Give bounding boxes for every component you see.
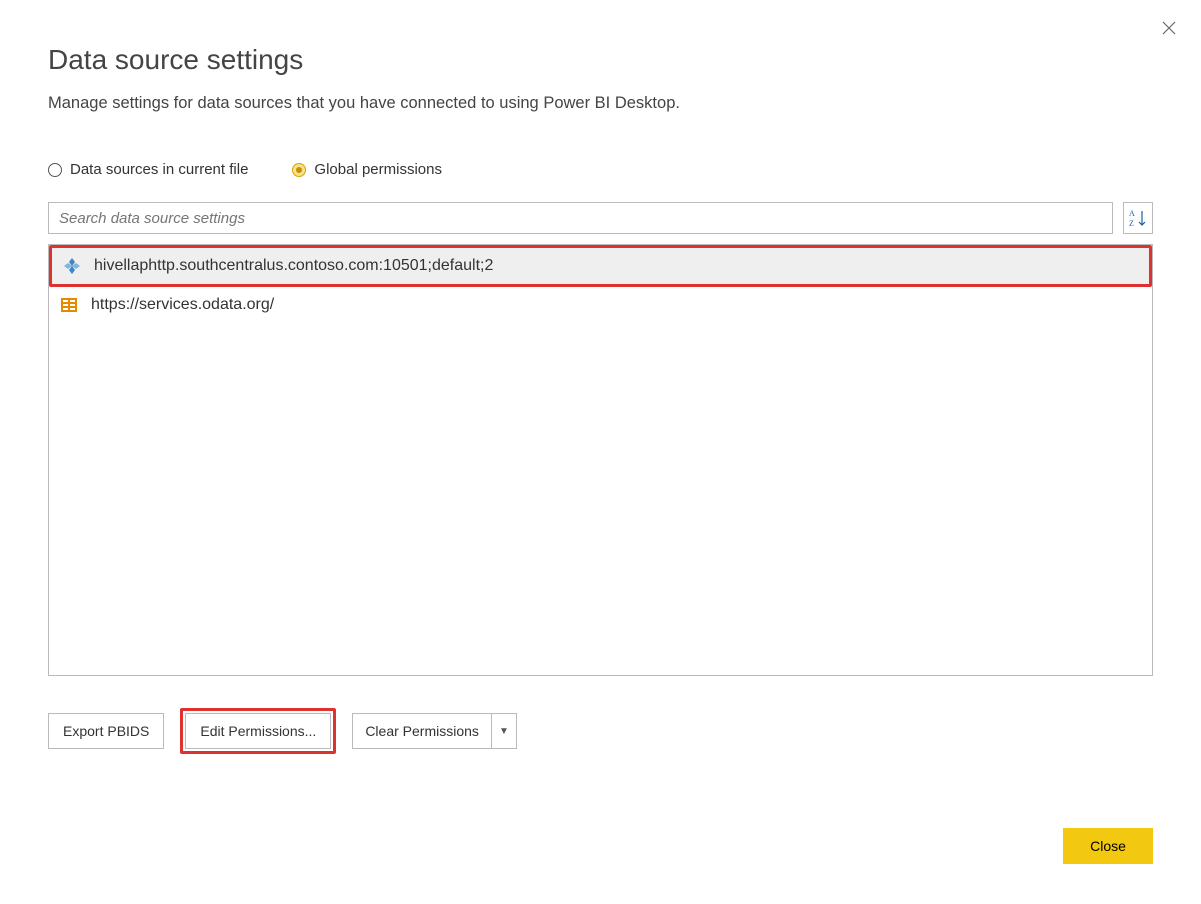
list-item[interactable]: https://services.odata.org/ [49,287,1152,323]
list-item[interactable]: hivellaphttp.southcentralus.contoso.com:… [49,245,1152,287]
data-source-list[interactable]: hivellaphttp.southcentralus.contoso.com:… [48,244,1153,676]
radio-label: Global permissions [314,161,442,178]
page-title: Data source settings [48,44,1153,76]
search-row: A Z [48,202,1153,234]
page-subtitle: Manage settings for data sources that yo… [48,94,1153,113]
sort-button[interactable]: A Z [1123,202,1153,234]
list-item-label: hivellaphttp.southcentralus.contoso.com:… [94,257,493,275]
radio-label: Data sources in current file [70,161,248,178]
export-pbids-button[interactable]: Export PBIDS [48,713,164,749]
search-input[interactable] [48,202,1113,234]
radio-icon [292,163,306,177]
close-icon[interactable] [1161,20,1177,36]
sort-az-icon: A Z [1129,208,1147,228]
list-item-label: https://services.odata.org/ [91,296,274,314]
svg-text:A: A [1129,209,1135,218]
close-button[interactable]: Close [1063,828,1153,864]
radio-global-permissions[interactable]: Global permissions [292,161,442,178]
clear-permissions-label: Clear Permissions [353,714,492,748]
hive-source-icon [62,256,82,276]
scope-radio-group: Data sources in current file Global perm… [48,161,1153,178]
clear-permissions-button[interactable]: Clear Permissions ▼ [352,713,517,749]
odata-source-icon [59,295,79,315]
svg-text:Z: Z [1129,219,1134,228]
edit-permissions-button[interactable]: Edit Permissions... [185,713,331,749]
radio-current-file[interactable]: Data sources in current file [48,161,248,178]
dialog-footer: Close [1063,828,1153,864]
edit-permissions-highlight: Edit Permissions... [180,708,336,754]
action-button-row: Export PBIDS Edit Permissions... Clear P… [48,708,1153,754]
chevron-down-icon[interactable]: ▼ [492,714,516,748]
radio-icon [48,163,62,177]
